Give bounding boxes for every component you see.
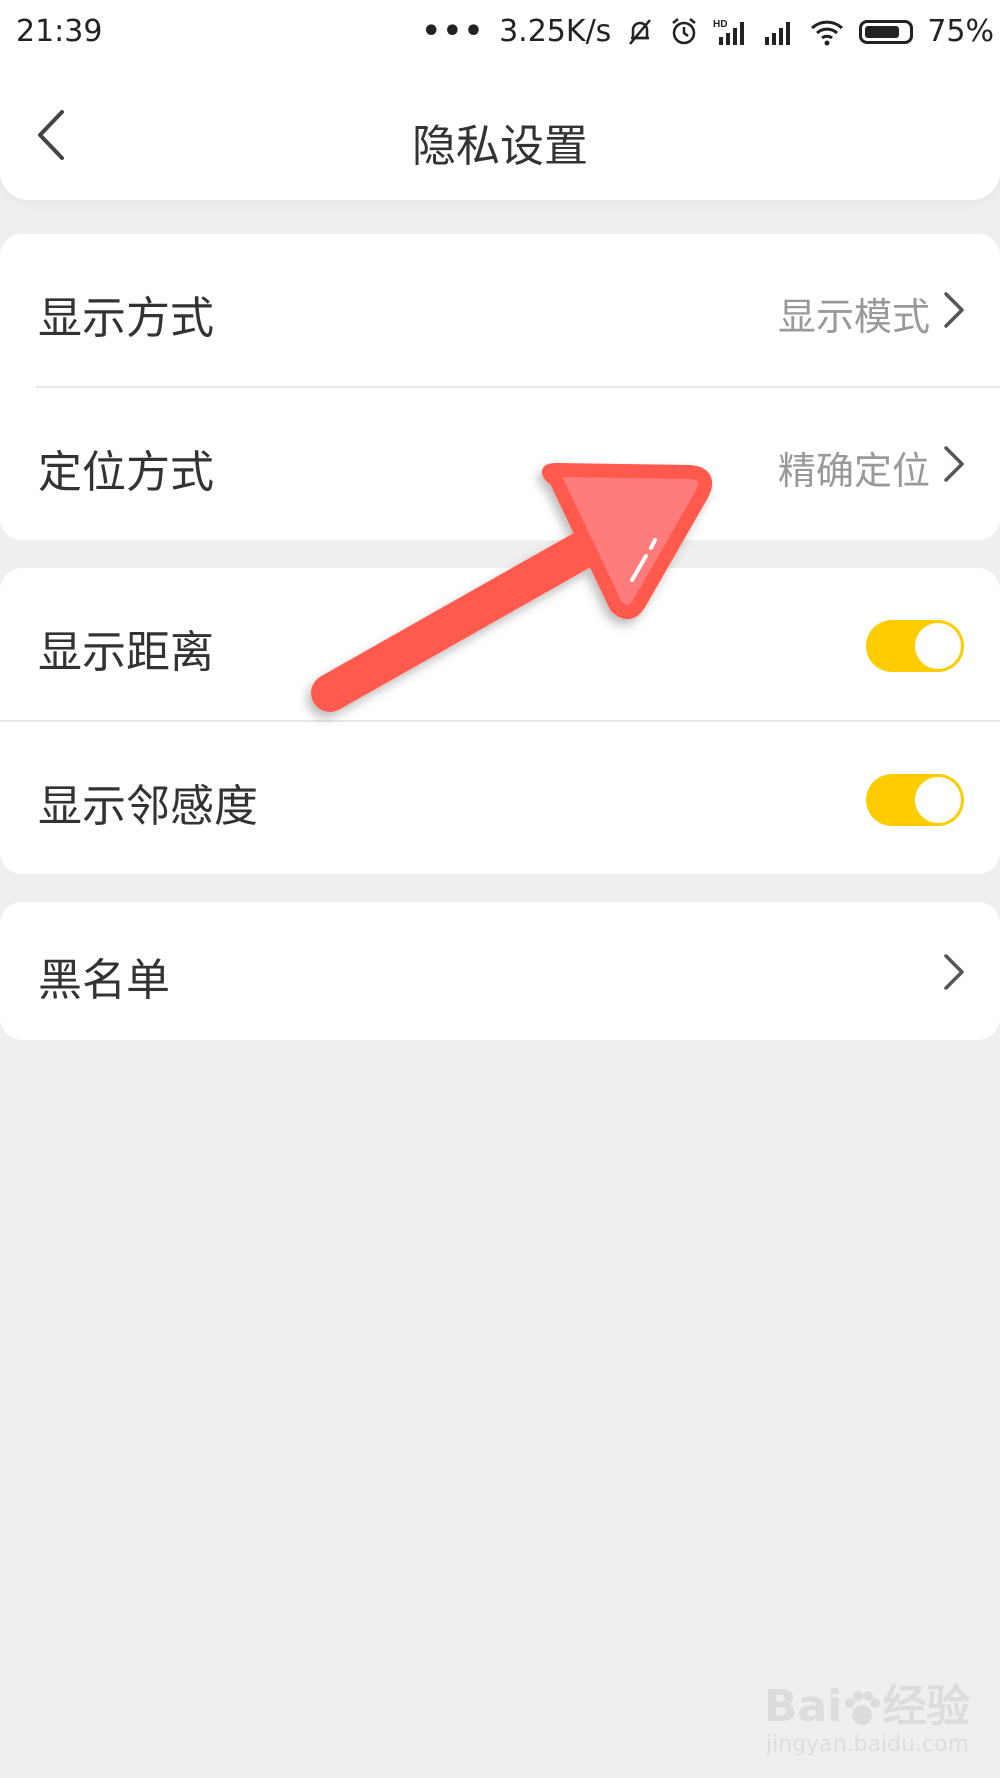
location-mode-row[interactable]: 定位方式 精确定位 xyxy=(0,388,1000,540)
chevron-right-icon xyxy=(944,954,964,990)
wifi-icon xyxy=(811,20,844,45)
show-proximity-label: 显示邻感度 xyxy=(38,781,258,832)
blacklist-row[interactable]: 黑名单 xyxy=(0,902,1000,1040)
show-distance-toggle[interactable] xyxy=(866,620,964,672)
chevron-right-icon xyxy=(944,292,964,328)
display-mode-label: 显示方式 xyxy=(38,293,214,344)
nav-bar: 隐私设置 xyxy=(0,70,1000,200)
baidu-watermark: Bai 经验 jingyan.baidu.com xyxy=(760,1670,1000,1770)
status-icons: ••• 3.25K/s HD 75% xyxy=(422,14,994,49)
signal-hd-icon: HD xyxy=(713,19,745,45)
location-mode-label: 定位方式 xyxy=(38,447,214,498)
blacklist-label: 黑名单 xyxy=(38,955,170,1006)
show-distance-label: 显示距离 xyxy=(38,627,214,678)
alarm-icon xyxy=(672,17,697,44)
network-speed: 3.25K/s xyxy=(499,14,612,49)
paw-icon xyxy=(845,1691,881,1725)
status-bar: 21:39 ••• 3.25K/s HD 75% xyxy=(0,0,1000,70)
display-location-card: 显示方式 显示模式 定位方式 精确定位 xyxy=(0,234,1000,540)
show-proximity-toggle[interactable] xyxy=(866,774,964,826)
toggles-card: 显示距离 显示邻感度 xyxy=(0,568,1000,874)
display-mode-value: 显示模式 xyxy=(777,295,930,339)
toggle-knob xyxy=(915,777,961,823)
show-distance-row: 显示距离 xyxy=(0,568,1000,720)
battery-icon xyxy=(859,19,914,44)
page-title: 隐私设置 xyxy=(412,121,588,172)
watermark-brand: Bai 经验 xyxy=(764,1681,971,1732)
battery-percent: 75% xyxy=(927,14,994,49)
location-mode-value: 精确定位 xyxy=(777,449,930,493)
blacklist-card: 黑名单 xyxy=(0,902,1000,1040)
chevron-right-icon xyxy=(944,446,964,482)
mute-bell-icon xyxy=(629,18,652,45)
watermark-url: jingyan.baidu.com xyxy=(766,1732,970,1757)
show-proximity-row: 显示邻感度 xyxy=(0,722,1000,874)
toggle-knob xyxy=(915,623,961,669)
status-time: 21:39 xyxy=(16,14,103,49)
more-dots: ••• xyxy=(421,14,486,49)
signal-icon xyxy=(765,21,791,45)
display-mode-row[interactable]: 显示方式 显示模式 xyxy=(0,234,1000,386)
svg-text:HD: HD xyxy=(713,19,727,30)
